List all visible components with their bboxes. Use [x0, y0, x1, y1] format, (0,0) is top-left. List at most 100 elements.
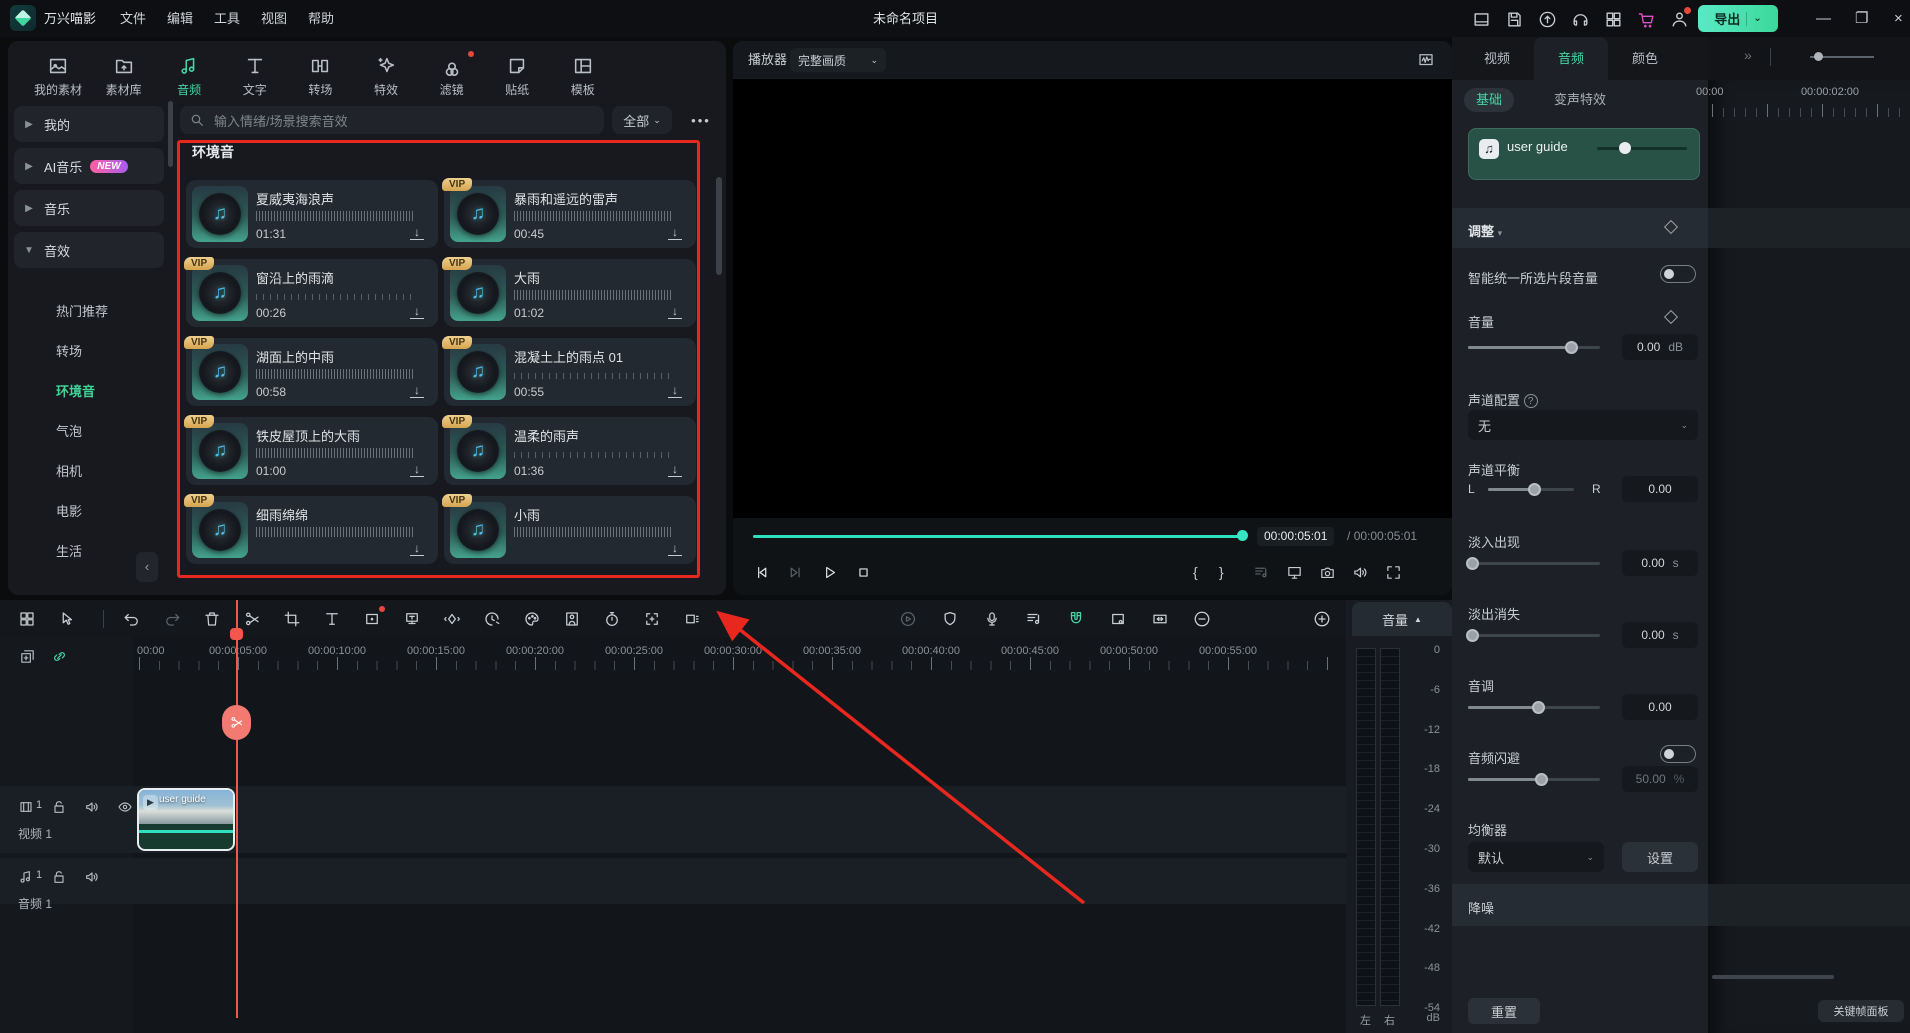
playhead-handle[interactable] — [230, 628, 243, 640]
cards-scrollbar[interactable] — [716, 177, 722, 275]
duration-icon[interactable] — [600, 607, 624, 631]
tab-音频[interactable]: 音频 — [157, 49, 221, 107]
fade-out-valbox[interactable]: 0.00s — [1622, 622, 1698, 648]
reset-button[interactable]: 重置 — [1468, 998, 1540, 1024]
ducking-valbox[interactable]: 50.00% — [1622, 766, 1698, 792]
kf-zoom-in-icon[interactable] — [1880, 47, 1900, 67]
fade-out-slider-handle[interactable] — [1466, 629, 1479, 642]
fade-in-slider-handle[interactable] — [1466, 557, 1479, 570]
quality-dropdown[interactable]: 完整画质⌄ — [790, 48, 886, 72]
split-icon[interactable] — [240, 607, 264, 631]
audio-card[interactable]: ♫VIP窗沿上的雨滴00:26↓ — [186, 259, 438, 327]
tab-模板[interactable]: 模板 — [551, 49, 615, 107]
sidebar-item-气泡[interactable]: 气泡 — [56, 422, 82, 442]
audio-card[interactable]: ♫夏威夷海浪声01:31↓ — [186, 180, 438, 248]
track-manage-icon[interactable] — [15, 607, 39, 631]
properties-tab-音频[interactable]: 音频 — [1558, 37, 1584, 80]
crop-icon[interactable] — [280, 607, 304, 631]
audio-card[interactable]: ♫VIP温柔的雨声01:36↓ — [444, 417, 696, 485]
film-icon[interactable] — [16, 797, 36, 817]
maximize-button[interactable]: ❐ — [1855, 0, 1868, 37]
smart-volume-toggle[interactable] — [1660, 265, 1696, 283]
eye-icon[interactable] — [115, 797, 135, 817]
panel-icon[interactable] — [1468, 6, 1494, 32]
previous-frame-button[interactable] — [749, 560, 773, 584]
auto-reframe-icon[interactable] — [640, 607, 664, 631]
render-preview-play-icon[interactable] — [896, 607, 920, 631]
download-icon[interactable]: ↓ — [668, 542, 682, 556]
volume-valbox[interactable]: 0.00dB — [1622, 334, 1698, 360]
sidebar-item-我的[interactable]: ▶我的 — [14, 106, 164, 142]
collapse-sidebar-button[interactable]: ‹ — [136, 552, 158, 582]
speech-to-text-icon[interactable] — [400, 607, 424, 631]
timeline-clip[interactable]: ▶ user guide — [137, 788, 235, 851]
more-options-button[interactable]: ••• — [686, 106, 716, 134]
redo-icon[interactable] — [160, 607, 184, 631]
meter-header[interactable]: 音量▲ — [1352, 602, 1452, 636]
audio-card[interactable]: ♫VIP大雨01:02↓ — [444, 259, 696, 327]
menu-编辑[interactable]: 编辑 — [167, 0, 193, 37]
channel-config-dropdown[interactable]: 无⌄ — [1468, 410, 1698, 440]
download-icon[interactable]: ↓ — [410, 463, 424, 477]
sidebar-item-转场[interactable]: 转场 — [56, 342, 82, 362]
fade-out-slider-track[interactable] — [1468, 634, 1600, 637]
auto-snap-icon[interactable] — [1064, 607, 1088, 631]
volume-slider-handle[interactable] — [1565, 341, 1578, 354]
download-icon[interactable]: ↓ — [668, 226, 682, 240]
headset-icon[interactable] — [1567, 6, 1593, 32]
undo-icon[interactable] — [120, 607, 144, 631]
menu-工具[interactable]: 工具 — [214, 0, 240, 37]
mark-icon[interactable] — [938, 607, 962, 631]
clip-volume-handle[interactable] — [1619, 142, 1631, 154]
snapshot-icon[interactable] — [1315, 560, 1339, 584]
cart-icon[interactable] — [1633, 6, 1659, 32]
download-icon[interactable]: ↓ — [668, 384, 682, 398]
preview-render-icon[interactable] — [1106, 607, 1130, 631]
mini-monitor-icon[interactable] — [1282, 560, 1306, 584]
keyframe-panel-button[interactable]: 关键帧面板 — [1818, 1000, 1904, 1022]
tab-转场[interactable]: 转场 — [288, 49, 352, 107]
video-preview[interactable] — [733, 79, 1452, 518]
properties-tab-视频[interactable]: 视频 — [1484, 37, 1510, 80]
play-to-next-button[interactable] — [783, 560, 807, 584]
selected-clip-chip[interactable]: ♫user guide — [1468, 128, 1700, 180]
seek-bar[interactable] — [753, 535, 1245, 538]
zoom-out-icon[interactable] — [1190, 607, 1214, 631]
subtab-变声特效[interactable]: 变声特效 — [1542, 88, 1618, 112]
kf-zoom-handle[interactable] — [1814, 52, 1823, 61]
kf-horizontal-scrollbar[interactable] — [1712, 975, 1834, 979]
audio-card[interactable]: ♫VIP小雨↓ — [444, 496, 696, 564]
speaker-icon[interactable] — [82, 867, 102, 887]
waveform-monitor-icon[interactable] — [1415, 49, 1437, 71]
download-icon[interactable]: ↓ — [410, 305, 424, 319]
download-icon[interactable]: ↓ — [410, 384, 424, 398]
subtab-基础[interactable]: 基础 — [1464, 88, 1514, 112]
record-voiceover-icon[interactable] — [980, 607, 1004, 631]
sidebar-item-电影[interactable]: 电影 — [56, 502, 82, 522]
audio-card[interactable]: ♫VIP暴雨和遥远的雷声00:45↓ — [444, 180, 696, 248]
tab-特效[interactable]: 特效 — [354, 49, 418, 107]
close-button[interactable]: × — [1894, 0, 1903, 37]
sidebar-item-AI音乐[interactable]: ▶AI音乐NEW — [14, 148, 164, 184]
pitch-slider-handle[interactable] — [1532, 701, 1545, 714]
download-icon[interactable]: ↓ — [668, 305, 682, 319]
adjust-header[interactable]: 调整 ▾ — [1468, 221, 1502, 240]
delete-icon[interactable] — [200, 607, 224, 631]
speed-icon[interactable] — [480, 607, 504, 631]
fade-in-valbox[interactable]: 0.00s — [1622, 550, 1698, 576]
mute-icon[interactable] — [1348, 560, 1372, 584]
tab-贴纸[interactable]: 贴纸 — [485, 49, 549, 107]
sidebar-item-音效[interactable]: ▼音效 — [14, 232, 164, 268]
sidebar-item-音乐[interactable]: ▶音乐 — [14, 190, 164, 226]
equalizer-dropdown[interactable]: 默认⌄ — [1468, 842, 1604, 872]
tab-文字[interactable]: 文字 — [223, 49, 287, 107]
menu-视图[interactable]: 视图 — [261, 0, 287, 37]
minimize-button[interactable]: — — [1816, 0, 1831, 37]
mark-in-brace[interactable]: { — [1193, 560, 1198, 584]
chroma-key-icon[interactable] — [560, 607, 584, 631]
stop-button[interactable] — [851, 560, 875, 584]
color-icon[interactable] — [520, 607, 544, 631]
seek-handle[interactable] — [1237, 530, 1248, 541]
fade-in-slider-track[interactable] — [1468, 562, 1600, 565]
snap-options-icon[interactable] — [1249, 560, 1273, 584]
